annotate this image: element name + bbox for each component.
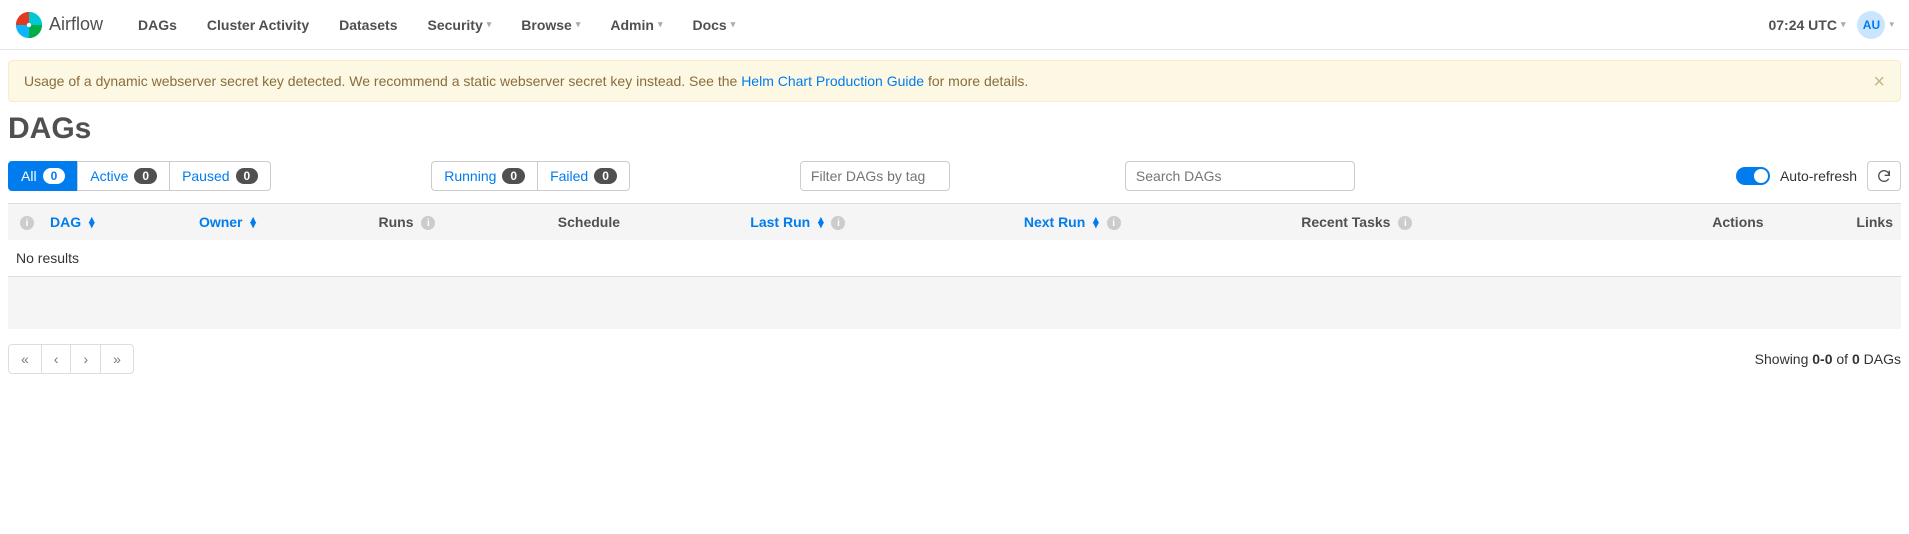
info-icon: i: [831, 216, 845, 230]
user-menu[interactable]: AU ▾: [1857, 11, 1894, 39]
chevron-down-icon: ▾: [658, 19, 663, 30]
sort-icon: ▴▾: [89, 218, 95, 228]
page-title: DAGs: [8, 112, 1901, 146]
nav-item-datasets[interactable]: Datasets: [339, 17, 397, 33]
page-first[interactable]: «: [8, 344, 42, 374]
count-badge: 0: [134, 168, 157, 184]
status-filter-group: All 0 Active 0 Paused 0: [8, 161, 271, 191]
nav-item-browse[interactable]: Browse▾: [521, 17, 580, 33]
user-avatar: AU: [1857, 11, 1885, 39]
filter-running[interactable]: Running 0: [431, 161, 538, 191]
dags-table-wrap: i DAG ▴▾ Owner ▴▾ Runs i Schedule Last R…: [8, 203, 1901, 329]
nav-links: DAGs Cluster Activity Datasets Security▾…: [123, 17, 750, 33]
search-input[interactable]: [1125, 161, 1355, 191]
nav-item-admin[interactable]: Admin▾: [610, 17, 662, 33]
col-actions: Actions: [1606, 204, 1772, 241]
page-count: Showing 0-0 of 0 DAGs: [1755, 351, 1901, 367]
col-last-run[interactable]: Last Run ▴▾ i: [742, 204, 1016, 241]
brand-link[interactable]: Airflow: [15, 11, 103, 39]
count-badge: 0: [594, 168, 617, 184]
info-icon: i: [1107, 216, 1121, 230]
alert-close-button[interactable]: ×: [1873, 71, 1885, 94]
page-next[interactable]: ›: [70, 344, 101, 374]
sort-icon: ▴▾: [818, 218, 824, 228]
chevron-down-icon: ▾: [487, 19, 492, 30]
col-recent-tasks: Recent Tasks i: [1293, 204, 1606, 241]
chevron-down-icon: ▾: [731, 19, 736, 30]
col-runs: Runs i: [371, 204, 550, 241]
nav-item-dags[interactable]: DAGs: [138, 17, 177, 33]
nav-item-cluster-activity[interactable]: Cluster Activity: [207, 17, 309, 33]
alert-text-after: for more details.: [924, 73, 1028, 89]
filter-paused[interactable]: Paused 0: [169, 161, 271, 191]
count-badge: 0: [43, 168, 66, 184]
chevron-down-icon: ▾: [1889, 19, 1894, 30]
filter-failed[interactable]: Failed 0: [537, 161, 630, 191]
col-dag[interactable]: DAG ▴▾: [42, 204, 191, 241]
table-empty-row: No results: [8, 240, 1901, 277]
page-header: DAGs: [0, 102, 1909, 161]
pagination: « ‹ › »: [8, 344, 134, 374]
nav-item-security[interactable]: Security▾: [427, 17, 491, 33]
auto-refresh-label: Auto-refresh: [1780, 168, 1857, 184]
alert-text-before: Usage of a dynamic webserver secret key …: [24, 73, 741, 89]
controls-row: All 0 Active 0 Paused 0 Running 0 Failed…: [0, 161, 1909, 203]
count-badge: 0: [236, 168, 259, 184]
page-last[interactable]: »: [100, 344, 134, 374]
sort-icon: ▴▾: [1093, 218, 1099, 228]
page-prev[interactable]: ‹: [41, 344, 72, 374]
refresh-icon: [1876, 168, 1892, 184]
brand-text: Airflow: [49, 14, 103, 35]
info-icon: i: [20, 216, 34, 230]
auto-refresh-toggle[interactable]: [1736, 167, 1770, 185]
sort-icon: ▴▾: [250, 218, 256, 228]
col-links: Links: [1772, 204, 1901, 241]
chevron-down-icon: ▾: [1841, 19, 1846, 30]
info-icon: i: [421, 216, 435, 230]
filter-active[interactable]: Active 0: [77, 161, 170, 191]
refresh-button[interactable]: [1867, 161, 1901, 191]
close-icon: ×: [1873, 71, 1885, 93]
run-filter-group: Running 0 Failed 0: [431, 161, 630, 191]
col-owner[interactable]: Owner ▴▾: [191, 204, 371, 241]
chevron-down-icon: ▾: [576, 19, 581, 30]
col-next-run[interactable]: Next Run ▴▾ i: [1016, 204, 1293, 241]
no-results-text: No results: [8, 240, 1901, 277]
warning-alert: Usage of a dynamic webserver secret key …: [8, 60, 1901, 102]
count-badge: 0: [502, 168, 525, 184]
col-schedule: Schedule: [550, 204, 742, 241]
time-display[interactable]: 07:24 UTC ▾: [1768, 17, 1845, 33]
nav-item-docs[interactable]: Docs▾: [692, 17, 735, 33]
footer-area: « ‹ › » Showing 0-0 of 0 DAGs: [0, 329, 1909, 389]
dags-table: i DAG ▴▾ Owner ▴▾ Runs i Schedule Last R…: [8, 203, 1901, 329]
airflow-logo-icon: [15, 11, 43, 39]
info-icon: i: [1398, 216, 1412, 230]
tag-filter-input[interactable]: [800, 161, 950, 191]
alert-link[interactable]: Helm Chart Production Guide: [741, 73, 924, 89]
navbar: Airflow DAGs Cluster Activity Datasets S…: [0, 0, 1909, 50]
filter-all[interactable]: All 0: [8, 161, 78, 191]
